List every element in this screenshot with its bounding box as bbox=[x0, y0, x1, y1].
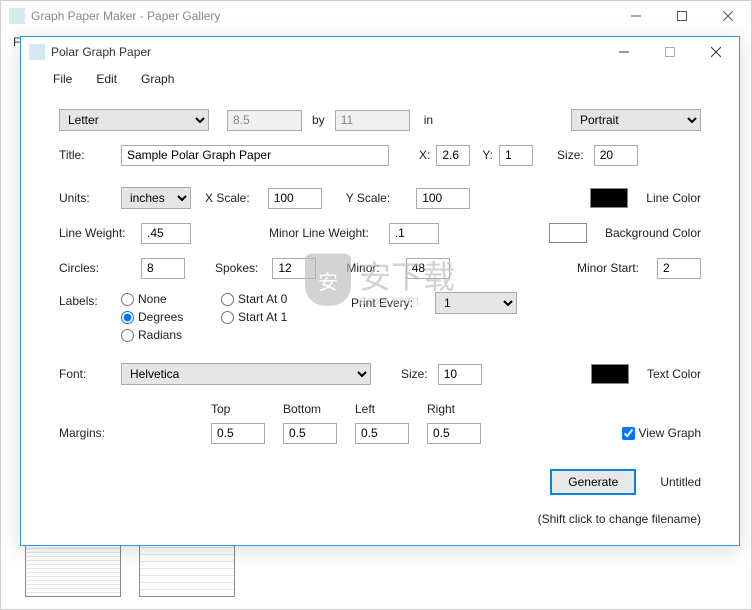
xscale-input[interactable] bbox=[268, 188, 322, 209]
circles-label: Circles: bbox=[59, 261, 141, 275]
units-label: Units: bbox=[59, 191, 121, 205]
margin-bottom-input[interactable] bbox=[283, 423, 337, 444]
spokes-label: Spokes: bbox=[215, 261, 258, 275]
font-size-label: Size: bbox=[401, 367, 428, 381]
minor-weight-label: Minor Line Weight: bbox=[269, 226, 369, 240]
radio-start-at-1[interactable]: Start At 1 bbox=[221, 310, 321, 324]
menu-edit[interactable]: Edit bbox=[86, 70, 127, 88]
margin-top-label: Top bbox=[211, 402, 283, 416]
yscale-label: Y Scale: bbox=[346, 191, 390, 205]
title-size-input[interactable] bbox=[594, 145, 638, 166]
radio-start-at-0[interactable]: Start At 0 bbox=[221, 292, 321, 306]
xscale-label: X Scale: bbox=[205, 191, 250, 205]
labels-label: Labels: bbox=[59, 292, 121, 308]
form-area: Letter by in Portrait Title: X: Y: Size:… bbox=[21, 91, 739, 540]
dialog-title: Polar Graph Paper bbox=[51, 45, 151, 59]
dialog-window-controls bbox=[601, 37, 739, 67]
app-icon bbox=[9, 8, 25, 24]
margin-right-input[interactable] bbox=[427, 423, 481, 444]
bg-color-label: Background Color bbox=[605, 226, 701, 240]
dialog-menubar: File Edit Graph bbox=[21, 67, 739, 91]
text-color-label: Text Color bbox=[647, 367, 701, 381]
line-weight-label: Line Weight: bbox=[59, 226, 141, 240]
minor-start-input[interactable] bbox=[657, 258, 701, 279]
title-input[interactable] bbox=[121, 145, 389, 166]
minimize-button[interactable] bbox=[601, 37, 647, 67]
orientation-select[interactable]: Portrait bbox=[571, 109, 701, 131]
filename-label: Untitled bbox=[660, 475, 701, 489]
margin-left-input[interactable] bbox=[355, 423, 409, 444]
units-select[interactable]: inches bbox=[121, 187, 191, 209]
title-label: Title: bbox=[59, 148, 121, 162]
circles-input[interactable] bbox=[141, 258, 185, 279]
outer-titlebar: Graph Paper Maker - Paper Gallery bbox=[1, 1, 751, 31]
spokes-input[interactable] bbox=[272, 258, 316, 279]
margins-label: Margins: bbox=[59, 426, 211, 440]
minimize-button[interactable] bbox=[613, 1, 659, 31]
generate-button[interactable]: Generate bbox=[550, 469, 636, 495]
print-every-select[interactable]: 1 bbox=[435, 292, 517, 314]
print-every-label: Print Every: bbox=[351, 296, 413, 310]
size-label: Size: bbox=[557, 148, 584, 162]
font-label: Font: bbox=[59, 367, 121, 381]
radio-degrees[interactable]: Degrees bbox=[121, 310, 221, 324]
paper-width-input bbox=[227, 110, 302, 131]
line-weight-input[interactable] bbox=[141, 223, 191, 244]
minor-input[interactable] bbox=[406, 258, 450, 279]
dialog-icon bbox=[29, 44, 45, 60]
dialog-titlebar: Polar Graph Paper bbox=[21, 37, 739, 67]
minor-start-label: Minor Start: bbox=[577, 261, 639, 275]
text-color-swatch[interactable] bbox=[591, 364, 629, 384]
margin-right-label: Right bbox=[427, 402, 499, 416]
font-select[interactable]: Helvetica bbox=[121, 363, 371, 385]
paper-size-select[interactable]: Letter bbox=[59, 109, 209, 131]
margin-left-label: Left bbox=[355, 402, 427, 416]
polar-graph-dialog: Polar Graph Paper File Edit Graph 安下载 an… bbox=[20, 36, 740, 546]
font-size-input[interactable] bbox=[438, 364, 482, 385]
maximize-button[interactable] bbox=[647, 37, 693, 67]
close-button[interactable] bbox=[693, 37, 739, 67]
unit-label: in bbox=[424, 113, 433, 127]
margin-top-input[interactable] bbox=[211, 423, 265, 444]
view-graph-checkbox[interactable]: View Graph bbox=[622, 426, 701, 440]
x-input[interactable] bbox=[436, 145, 470, 166]
close-button[interactable] bbox=[705, 1, 751, 31]
menu-file[interactable]: File bbox=[43, 70, 82, 88]
minor-weight-input[interactable] bbox=[389, 223, 439, 244]
outer-title: Graph Paper Maker - Paper Gallery bbox=[31, 9, 220, 23]
menu-graph[interactable]: Graph bbox=[131, 70, 184, 88]
margin-bottom-label: Bottom bbox=[283, 402, 355, 416]
outer-window-controls bbox=[613, 1, 751, 31]
radio-none[interactable]: None bbox=[121, 292, 221, 306]
background-color-swatch[interactable] bbox=[549, 223, 587, 243]
minor-label: Minor: bbox=[346, 261, 379, 275]
yscale-input[interactable] bbox=[416, 188, 470, 209]
y-input[interactable] bbox=[499, 145, 533, 166]
x-label: X: bbox=[419, 148, 430, 162]
radio-radians[interactable]: Radians bbox=[121, 328, 221, 342]
filename-hint: (Shift click to change filename) bbox=[538, 512, 701, 526]
y-label: Y: bbox=[482, 148, 493, 162]
line-color-label: Line Color bbox=[646, 191, 701, 205]
maximize-button[interactable] bbox=[659, 1, 705, 31]
paper-height-input bbox=[335, 110, 410, 131]
line-color-swatch[interactable] bbox=[590, 188, 628, 208]
by-label: by bbox=[312, 113, 325, 127]
